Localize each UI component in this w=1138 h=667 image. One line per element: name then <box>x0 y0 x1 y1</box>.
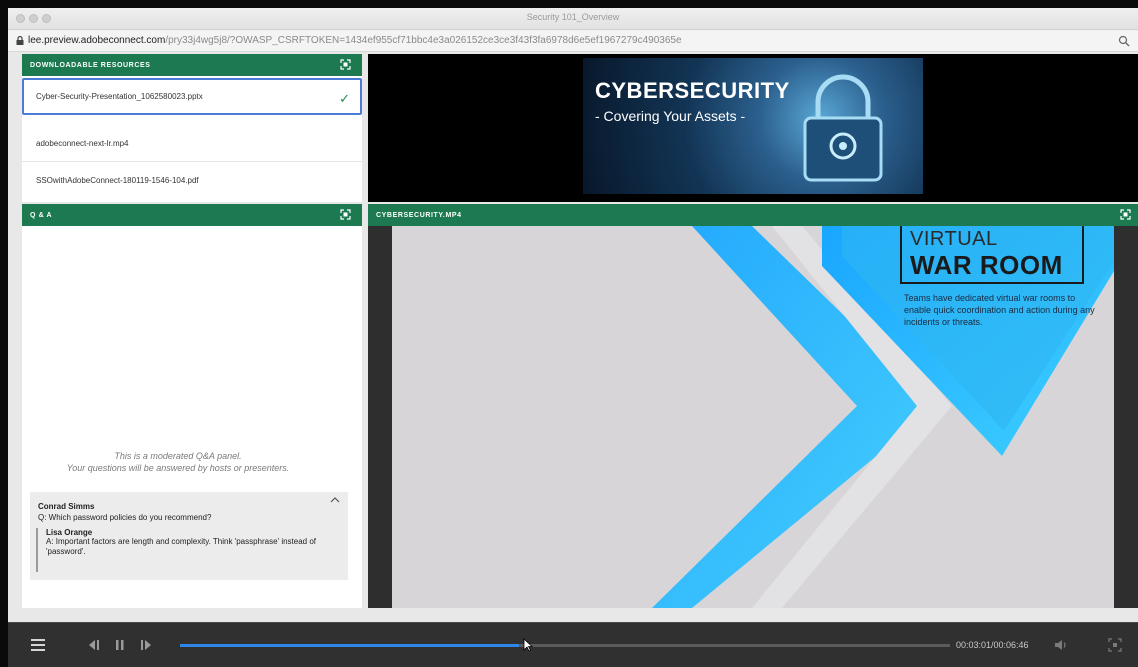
zoom-icon[interactable] <box>1118 35 1130 47</box>
chevron-up-icon[interactable] <box>330 496 340 504</box>
banner-pod: CYBERSECURITY - Covering Your Assets - <box>368 54 1138 202</box>
volume-icon[interactable] <box>1054 637 1068 653</box>
menu-icon[interactable] <box>30 637 46 653</box>
window-title: Security 101_Overview <box>526 12 620 22</box>
address-bar[interactable]: lee.preview.adobeconnect.com/pry33j4wg5j… <box>8 30 1138 52</box>
player-control-bar: 00:03:01/00:06:46 <box>8 622 1138 667</box>
browser-window: Security 101_Overview lee.preview.adobec… <box>8 8 1138 667</box>
answer-text: 'password'. <box>46 547 86 556</box>
file-item[interactable]: adobeconnect-next-lr.mp4 <box>22 125 362 162</box>
checkmark-icon: ✓ <box>339 91 350 106</box>
fullscreen-icon[interactable] <box>1108 637 1122 653</box>
maximize-icon[interactable] <box>1120 209 1131 220</box>
asker-name: Conrad Simms <box>38 502 95 511</box>
step-back-icon[interactable] <box>86 637 100 653</box>
maximize-icon[interactable] <box>340 59 351 70</box>
cybersecurity-banner-image: CYBERSECURITY - Covering Your Assets - <box>583 58 923 194</box>
answerer-name: Lisa Orange <box>46 528 93 537</box>
banner-subtitle: - Covering Your Assets - <box>595 108 746 124</box>
video-player[interactable]: VIRTUAL WAR ROOM Teams have dedicated vi… <box>392 226 1114 608</box>
timecode: 00:03:01/00:06:46 <box>956 640 1029 650</box>
qa-thread[interactable]: Conrad Simms Q: Which password policies … <box>30 492 348 580</box>
url-host: lee.preview.adobeconnect.com <box>28 35 166 46</box>
url-text[interactable]: lee.preview.adobeconnect.com/pry33j4wg5j… <box>28 35 682 46</box>
answer-text: A: Important factors are length and comp… <box>46 537 317 546</box>
file-item[interactable]: SSOwithAdobeConnect-180119-1546-104.pdf <box>22 162 362 199</box>
question-text: Q: Which password policies do you recomm… <box>38 513 212 522</box>
url-path: /pry33j4wg5j8/?OWASP_CSRFTOKEN=1434ef955… <box>165 35 682 46</box>
pod-title: DOWNLOADABLE RESOURCES <box>30 62 151 69</box>
padlock-icon <box>803 74 883 182</box>
pod-title: CYBERSECURITY.MP4 <box>376 212 462 219</box>
banner-title: CYBERSECURITY <box>595 78 790 103</box>
pod-title: Q & A <box>30 212 53 219</box>
slide-body-text: Teams have dedicated virtual war rooms t… <box>904 293 1095 327</box>
seek-bar-progress <box>180 644 519 647</box>
cursor-icon <box>523 638 533 652</box>
answer-block: Lisa Orange A: Important factors are len… <box>36 528 336 572</box>
step-forward-icon[interactable] <box>140 637 154 653</box>
slide-heading-box: VIRTUAL WAR ROOM <box>900 226 1084 284</box>
pod-header: Q & A <box>22 204 362 226</box>
file-name: adobeconnect-next-lr.mp4 <box>36 139 129 148</box>
screen: Security 101_Overview lee.preview.adobec… <box>0 0 1138 667</box>
title-bar: Security 101_Overview <box>8 8 1138 30</box>
maximize-icon[interactable] <box>340 209 351 220</box>
slide-heading-line1: VIRTUAL <box>910 228 998 250</box>
lock-icon <box>16 36 24 45</box>
pause-icon[interactable] <box>114 637 126 653</box>
pod-header: DOWNLOADABLE RESOURCES <box>22 54 362 76</box>
seek-bar[interactable] <box>180 638 950 652</box>
qa-empty-line: Your questions will be answered by hosts… <box>66 463 290 473</box>
file-item[interactable]: Cyber-Security-Presentation_1062580023.p… <box>22 78 362 115</box>
slide-heading-line2: WAR ROOM <box>910 250 1063 280</box>
downloadable-resources-pod: DOWNLOADABLE RESOURCES Cyber-Security-Pr… <box>22 54 362 202</box>
video-pod: CYBERSECURITY.MP4 VIRTUAL WAR ROOM Teams… <box>368 204 1138 608</box>
file-name: SSOwithAdobeConnect-180119-1546-104.pdf <box>36 176 199 185</box>
pod-header: CYBERSECURITY.MP4 <box>368 204 1138 226</box>
qa-empty-line: This is a moderated Q&A panel. <box>114 451 242 461</box>
file-name: Cyber-Security-Presentation_1062580023.p… <box>36 92 203 101</box>
qa-empty-message: This is a moderated Q&A panel. Your ques… <box>8 450 348 474</box>
